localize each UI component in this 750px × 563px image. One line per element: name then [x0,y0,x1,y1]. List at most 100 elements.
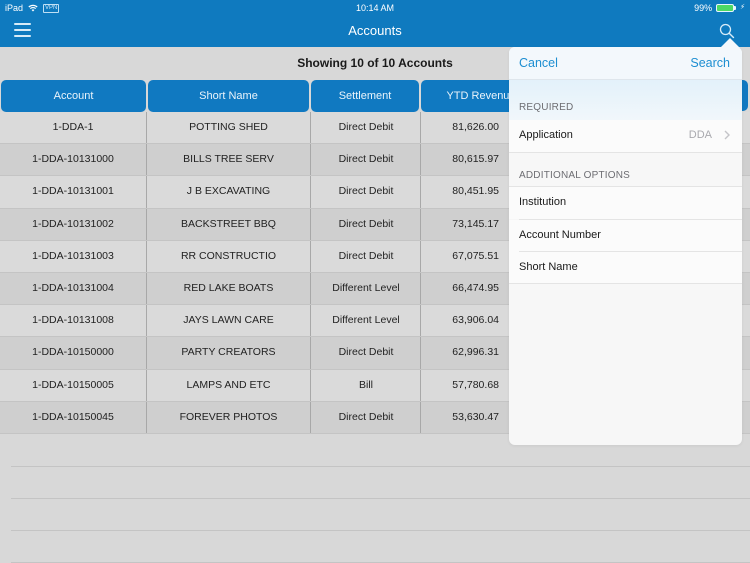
battery-tip [734,6,737,10]
cell-account: 1-DDA-1 [52,121,94,133]
column-divider [310,112,311,144]
cell-account: 1-DDA-10150000 [32,346,114,359]
option-account-number[interactable]: Account Number [509,220,742,252]
popover-header-gradient [509,80,742,120]
battery-fill [716,4,735,12]
cell-short-name: POTTING SHED [189,121,268,133]
column-divider [310,272,311,305]
column-divider [420,369,421,401]
cell-short-name: LAMPS AND ETC [186,378,271,391]
cell-settlement: Direct Debit [338,185,394,198]
option-value: DDA [688,129,712,141]
column-divider [146,112,147,144]
section-label-additional: ADDITIONAL OPTIONS [519,170,631,181]
cell-ytd-revenue: 62,996.31 [452,346,499,359]
option-short-name[interactable]: Short Name [509,252,742,284]
cell-short-name: FOREVER PHOTOS [179,410,278,423]
status-time: 10:14 AM [355,3,395,13]
column-divider [420,176,421,208]
divider [509,283,742,284]
cell-ytd-revenue: 80,615.97 [452,153,499,166]
column-divider [146,337,147,369]
cell-settlement: Direct Debit [338,121,394,133]
column-header-account[interactable]: Account [1,80,146,112]
cell-ytd-revenue: 66,474.95 [452,281,499,294]
column-header-settlement[interactable]: Settlement [311,80,419,112]
search-popover: Cancel Search REQUIRED Application DDA A… [509,47,742,445]
column-divider [310,208,311,240]
cell-ytd-revenue: 63,906.04 [452,314,499,327]
cell-account: 1-DDA-10131003 [32,249,114,262]
cell-short-name: BACKSTREET BBQ [181,217,276,230]
cell-settlement: Direct Debit [338,249,394,262]
option-label: Account Number [519,229,601,241]
option-institution[interactable]: Institution [509,187,742,219]
column-divider [310,337,311,369]
column-divider [310,176,311,208]
option-label: Short Name [519,261,578,273]
column-divider [146,176,147,208]
column-divider [146,305,147,337]
column-divider [310,369,311,401]
battery-icon [716,4,737,12]
cell-settlement: Different Level [332,281,400,294]
cell-short-name: JAYS LAWN CARE [183,314,274,327]
cell-ytd-revenue: 81,626.00 [452,121,499,133]
cell-short-name: RR CONSTRUCTIO [180,249,277,262]
column-divider [146,240,147,272]
cell-short-name: RED LAKE BOATS [183,281,274,294]
column-divider [420,305,421,337]
cell-short-name: J B EXCAVATING [186,185,271,198]
cancel-button[interactable]: Cancel [519,56,558,71]
column-divider [310,144,311,176]
cell-account: 1-DDA-10150045 [32,410,114,423]
option-application[interactable]: Application DDA [509,120,742,152]
popover-header: Cancel Search [509,47,742,80]
column-divider [420,272,421,305]
empty-row-divider [11,498,750,499]
cell-ytd-revenue: 67,075.51 [452,249,499,262]
charging-bolt-icon: ⚡ [740,4,745,11]
cell-short-name: PARTY CREATORS [181,346,276,359]
column-divider [420,240,421,272]
cell-settlement: Direct Debit [338,217,394,230]
status-bar: iPad VPN 10:14 AM 99% ⚡ [0,0,750,16]
column-divider [420,208,421,240]
column-divider [420,401,421,433]
cell-account: 1-DDA-10131002 [32,217,114,230]
empty-row-divider [11,466,750,467]
page-title: Accounts [348,23,402,38]
battery-percent: 99% [694,3,713,13]
popover-arrow [720,38,740,48]
column-divider [146,369,147,401]
column-header-short-name[interactable]: Short Name [148,80,309,112]
column-divider [146,208,147,240]
chevron-right-icon [724,130,730,140]
column-divider [146,272,147,305]
status-right: 99% ⚡ [694,0,745,16]
column-divider [310,240,311,272]
cell-ytd-revenue: 57,780.68 [452,378,499,391]
cell-account: 1-DDA-10131008 [32,314,114,327]
cell-settlement: Bill [358,378,373,391]
column-divider [420,112,421,144]
column-divider [420,337,421,369]
search-icon[interactable] [719,23,735,39]
column-divider [310,401,311,433]
column-divider [146,401,147,433]
column-divider [420,144,421,176]
option-label: Application [519,129,573,141]
cell-account: 1-DDA-10131000 [32,153,114,166]
search-button[interactable]: Search [690,56,730,71]
cell-account: 1-DDA-10131001 [32,185,114,198]
divider [509,152,742,153]
cell-settlement: Direct Debit [338,153,394,166]
cell-ytd-revenue: 53,630.47 [452,410,499,423]
cell-account: 1-DDA-10150005 [32,378,114,391]
cell-settlement: Direct Debit [338,410,394,423]
section-label-required: REQUIRED [519,102,574,113]
cell-account: 1-DDA-10131004 [32,281,114,294]
option-label: Institution [519,196,567,208]
cell-ytd-revenue: 80,451.95 [452,185,499,198]
top-bar: iPad VPN 10:14 AM 99% ⚡ Accounts [0,0,750,47]
